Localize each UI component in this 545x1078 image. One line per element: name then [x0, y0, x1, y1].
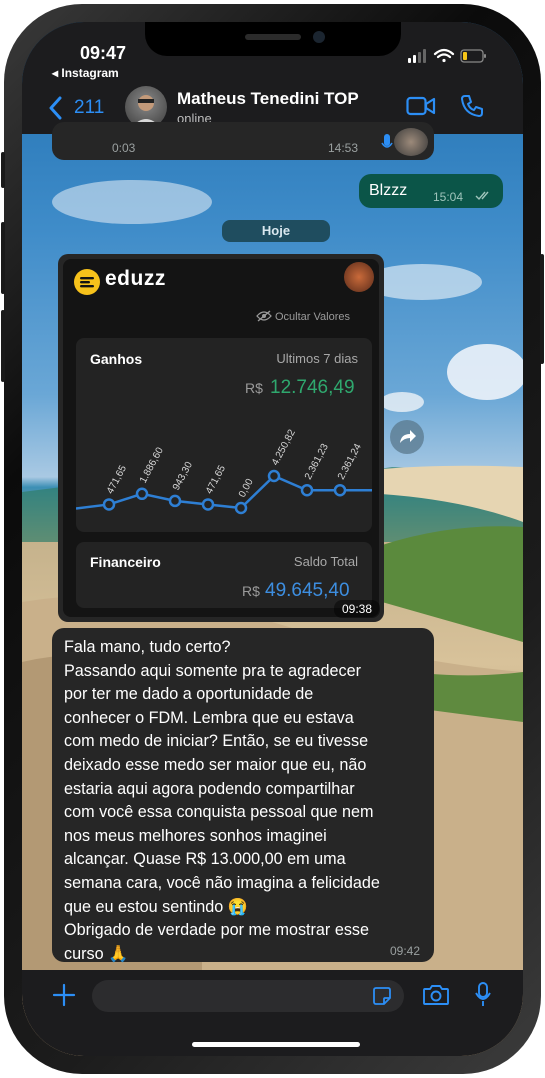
sticker-icon[interactable]	[372, 986, 392, 1006]
eduzz-profile-avatar	[344, 262, 374, 292]
data-label: 943,30	[171, 460, 195, 493]
status-time: 09:47	[80, 43, 127, 63]
finance-currency: R$	[242, 583, 260, 599]
audio-message-bubble[interactable]: 0:03 14:53	[52, 122, 434, 160]
data-point	[300, 483, 314, 497]
status-icons	[408, 48, 486, 63]
data-label: 1.886,60	[138, 445, 166, 485]
notch	[145, 22, 401, 56]
phone-frame: 09:47 ◂ Instagram 211 Matheus Tenedini T…	[1, 4, 544, 1074]
sent-message-time: 15:04	[433, 190, 464, 204]
text-message-time: 09:42	[390, 944, 421, 958]
message-line: por ter me dado a oportunidade de	[64, 685, 314, 704]
data-point	[234, 501, 248, 515]
earnings-currency: R$	[245, 380, 263, 396]
eduzz-screenshot: eduzz Ocultar Valores Ganhos Ultimos 7 d…	[63, 259, 379, 617]
front-camera	[313, 31, 325, 43]
message-line: que eu estou sentindo 😭	[64, 897, 248, 916]
sent-message-bubble[interactable]: Blzzz 15:04	[359, 174, 503, 208]
hide-values-label: Ocultar Valores	[275, 311, 350, 323]
earpiece	[245, 34, 301, 40]
chevron-left-icon[interactable]	[48, 96, 64, 120]
text-message-body: Fala mano, tudo certo? Passando aqui som…	[64, 636, 424, 966]
message-line: alcançar. Quase R$ 13.000,00 em uma	[64, 850, 346, 869]
mute-switch	[1, 152, 5, 188]
message-line: semana cara, você não imagina a felicida…	[64, 873, 380, 892]
input-bar	[22, 970, 523, 1056]
message-line: Obrigado de verdade por me mostrar esse	[64, 921, 370, 940]
message-input[interactable]	[92, 980, 404, 1012]
message-line: com você essa conquista pessoal que nem	[64, 803, 374, 822]
microphone-icon[interactable]	[474, 981, 492, 1009]
audio-elapsed: 0:03	[112, 141, 136, 155]
sender-avatar	[394, 128, 428, 156]
eye-off-icon	[256, 310, 272, 322]
signal-icon	[408, 49, 426, 63]
home-indicator	[192, 1042, 360, 1047]
data-point	[102, 498, 116, 511]
image-message-time: 09:38	[334, 600, 380, 618]
eduzz-logo-icon	[74, 269, 100, 295]
message-line: com medo de iniciar? Então, se eu tivess…	[64, 732, 369, 751]
data-label: 471,65	[204, 463, 228, 496]
screen: 09:47 ◂ Instagram 211 Matheus Tenedini T…	[22, 22, 523, 1056]
forward-button[interactable]	[390, 420, 424, 454]
volume-up-button	[1, 222, 5, 294]
finance-title: Financeiro	[90, 554, 161, 570]
data-label: 2.361,24	[336, 442, 364, 482]
forward-icon	[400, 430, 416, 443]
microphone-icon	[381, 134, 393, 148]
message-line: Passando aqui somente pra te agradecer	[64, 661, 361, 680]
message-line: curso 🙏	[64, 944, 129, 963]
message-line: Fala mano, tudo certo?	[64, 638, 231, 656]
back-to-app-link[interactable]: ◂ Instagram	[52, 66, 119, 80]
earnings-period: Ultimos 7 dias	[276, 351, 358, 366]
chat-header: 09:47 ◂ Instagram 211 Matheus Tenedini T…	[22, 22, 523, 134]
audio-message-time: 14:53	[328, 141, 359, 155]
finance-subtitle: Saldo Total	[293, 554, 358, 569]
message-line: nos meus melhores sonhos imaginei	[64, 826, 327, 845]
finance-value: 49.645,40	[265, 580, 350, 601]
message-line: deixado esse medo ser maior que eu, não	[64, 755, 367, 774]
data-point	[267, 469, 281, 483]
double-check-icon	[475, 191, 489, 201]
eduzz-brand: eduzz	[105, 267, 166, 290]
wifi-icon	[433, 48, 455, 63]
data-label: 2.361,23	[303, 442, 331, 482]
data-point	[333, 483, 347, 497]
back-unread-count[interactable]: 211	[74, 97, 104, 119]
plus-icon[interactable]	[52, 983, 76, 1007]
data-point	[168, 494, 182, 508]
date-separator: Hoje	[222, 220, 330, 242]
message-line: estaria aqui agora podendo compartilhar	[64, 779, 355, 798]
video-call-icon[interactable]	[406, 96, 436, 116]
earnings-line-chart: 471,65 1.886,60 943,30 471,65 0,004.250,82 2.…	[76, 427, 372, 515]
earnings-panel: Ganhos Ultimos 7 dias R$ 12.746,49 471,6…	[76, 338, 372, 532]
power-button	[540, 254, 544, 364]
data-label: 471,65	[105, 463, 129, 496]
data-label: 4.250,82	[270, 427, 298, 467]
phone-icon[interactable]	[460, 94, 484, 118]
sent-message-text: Blzzz	[369, 182, 408, 199]
finance-panel: Financeiro Saldo Total R$ 49.645,40	[76, 542, 372, 608]
data-point	[201, 498, 215, 511]
earnings-title: Ganhos	[90, 351, 143, 367]
volume-down-button	[1, 310, 5, 382]
image-message-bubble[interactable]: eduzz Ocultar Valores Ganhos Ultimos 7 d…	[58, 254, 384, 622]
data-point	[135, 487, 149, 501]
text-message-bubble[interactable]: Fala mano, tudo certo? Passando aqui som…	[52, 628, 434, 963]
earnings-value: 12.746,49	[270, 377, 355, 398]
battery-icon	[460, 49, 486, 63]
message-line: conhecer o FDM. Lembra que eu estava	[64, 708, 354, 727]
camera-icon[interactable]	[422, 984, 450, 1006]
contact-name[interactable]: Matheus Tenedini TOP	[177, 89, 359, 109]
